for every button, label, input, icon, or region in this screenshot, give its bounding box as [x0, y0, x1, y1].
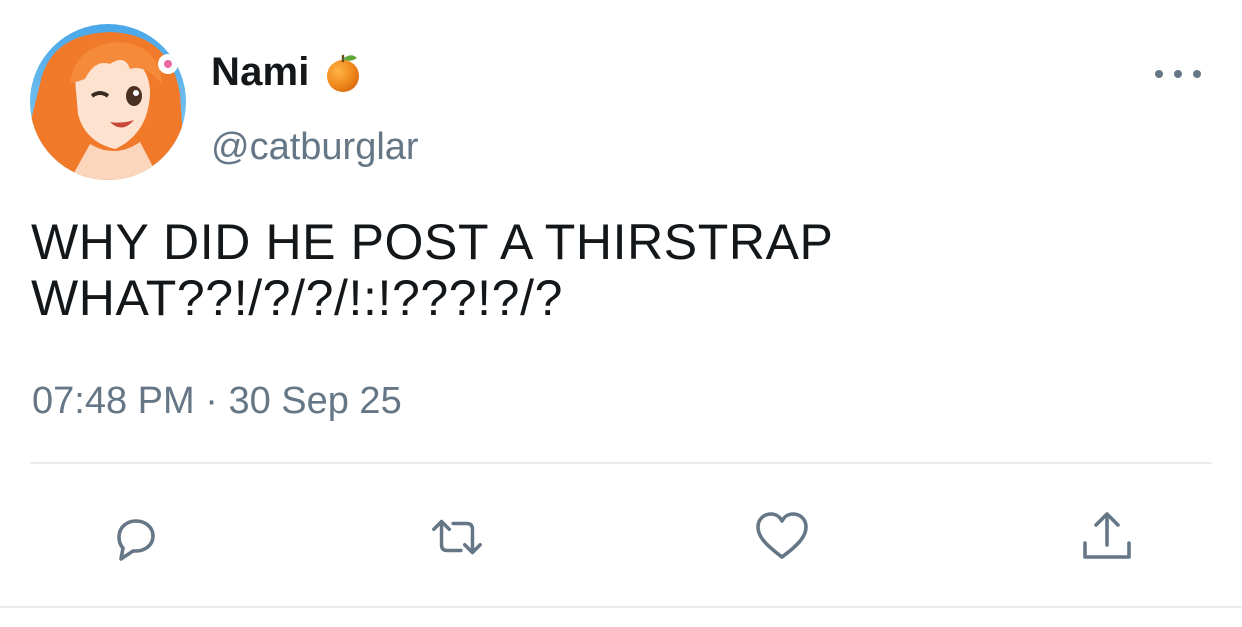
avatar-image: [30, 24, 186, 180]
divider: [30, 462, 1212, 464]
reply-button[interactable]: [106, 508, 164, 566]
orange-emoji-icon: [324, 52, 362, 94]
more-dot-icon: [1155, 70, 1163, 78]
share-button[interactable]: [1078, 508, 1136, 566]
reply-icon: [117, 519, 155, 561]
tweet-timestamp[interactable]: 07:48 PM · 30 Sep 25: [32, 380, 402, 423]
avatar[interactable]: [30, 24, 186, 180]
username-handle[interactable]: @catburglar: [211, 126, 419, 169]
more-dot-icon: [1174, 70, 1182, 78]
more-dot-icon: [1193, 70, 1201, 78]
share-icon: [1083, 512, 1131, 559]
display-name[interactable]: Nami: [211, 50, 362, 95]
display-name-text: Nami: [211, 50, 310, 94]
divider: [0, 606, 1242, 608]
like-button[interactable]: [753, 508, 811, 566]
tweet-time: 07:48 PM: [32, 380, 195, 422]
tweet-text: WHY DID HE POST A THIRSTRAP WHAT??!/?/?/…: [31, 214, 834, 326]
meta-separator: ·: [205, 380, 218, 422]
tweet-date: 30 Sep 25: [228, 380, 402, 422]
retweet-button[interactable]: [428, 508, 486, 566]
like-icon: [756, 512, 808, 559]
more-options-button[interactable]: [1155, 62, 1201, 86]
retweet-icon: [432, 519, 482, 555]
